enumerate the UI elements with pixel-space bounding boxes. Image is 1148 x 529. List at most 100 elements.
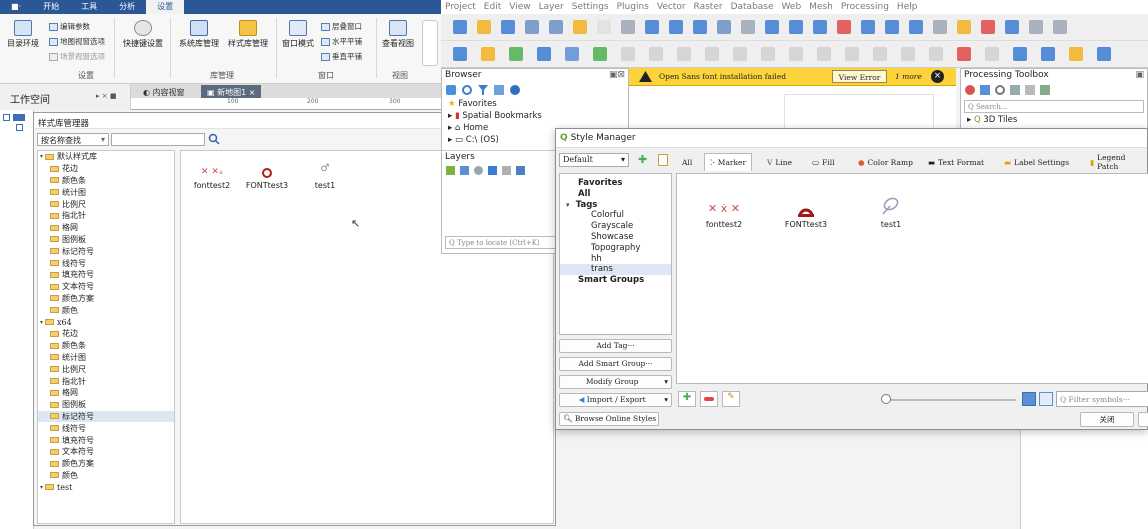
system-lib-button[interactable]: 系统库管理: [175, 20, 223, 49]
info-icon[interactable]: [510, 85, 520, 95]
tree-category-item[interactable]: 比例尺: [38, 363, 174, 375]
toolbar-tool-icon[interactable]: [649, 47, 663, 61]
symbol-item[interactable]: ♂ test1: [305, 163, 345, 190]
icon-size-slider[interactable]: [886, 399, 1016, 401]
filter-icon[interactable]: [478, 85, 488, 95]
toolbar-tool-icon[interactable]: [705, 47, 719, 61]
toolbar-tool-icon[interactable]: [901, 47, 915, 61]
tree-category-item[interactable]: 文本符号: [38, 446, 174, 458]
group-item[interactable]: Favorites: [560, 178, 671, 189]
add-tag-button[interactable]: Add Tag···: [559, 339, 672, 353]
toolbar-tool-icon[interactable]: [597, 20, 611, 34]
expand-all-icon[interactable]: [516, 165, 525, 175]
refresh-icon[interactable]: [462, 85, 472, 95]
toolbar-tool-icon[interactable]: [909, 20, 923, 34]
dir-env-button[interactable]: 目录环境: [6, 20, 40, 49]
toolbar-tool-icon[interactable]: [453, 20, 467, 34]
close-warning-icon[interactable]: ×: [931, 70, 944, 83]
add-smart-group-button[interactable]: Add Smart Group···: [559, 357, 672, 371]
add-library-icon[interactable]: ✚: [638, 154, 650, 166]
tree-category-item[interactable]: 统计图: [38, 352, 174, 364]
options-icon[interactable]: [1040, 85, 1050, 95]
expand-toggle-icon[interactable]: ▾: [40, 153, 43, 160]
results-icon[interactable]: [1010, 85, 1020, 95]
tab-color-ramp[interactable]: ● Color Ramp: [852, 153, 919, 171]
icon-view-button[interactable]: [1022, 392, 1036, 406]
group-item[interactable]: trans: [560, 264, 671, 276]
tree-category-item[interactable]: 颜色条: [38, 175, 174, 187]
toolbar-tool-icon[interactable]: [933, 20, 947, 34]
tree-category-item[interactable]: 线符号: [38, 257, 174, 269]
tree-category-item[interactable]: 填充符号: [38, 269, 174, 281]
toolbar-tool-icon[interactable]: [593, 47, 607, 61]
tree-category-item[interactable]: 标记符号: [38, 410, 174, 423]
group-item[interactable]: ▾ Tags: [560, 200, 671, 211]
symbol-item[interactable]: ✕ ✕ₓ fonttest2: [191, 167, 233, 190]
map-view-options-button[interactable]: 地图视窗选项: [49, 36, 105, 47]
toolbar-tool-icon[interactable]: [885, 20, 899, 34]
menu-vector[interactable]: Vector: [653, 2, 690, 12]
expand-toggle-icon[interactable]: ▾: [40, 484, 43, 491]
tab-legend-patch[interactable]: ▮ Legend Patch: [1084, 153, 1147, 171]
toolbar-tool-icon[interactable]: [669, 20, 683, 34]
tab-label-settings[interactable]: ▬ Label Settings: [998, 153, 1075, 171]
filter-layer-icon[interactable]: [488, 165, 497, 175]
menu-edit[interactable]: Edit: [480, 2, 505, 12]
style-layer-icon[interactable]: [446, 165, 455, 175]
search-icon[interactable]: [208, 133, 220, 145]
toolbar-tool-icon[interactable]: [1041, 47, 1055, 61]
window-mode-button[interactable]: 窗口模式: [280, 20, 316, 49]
symbol-item[interactable]: FONTtest3: [245, 167, 289, 190]
view-error-button[interactable]: View Error: [832, 70, 887, 83]
edit-params-button[interactable]: 编辑参数: [49, 21, 90, 32]
tree-category-item[interactable]: 填充符号: [38, 434, 174, 446]
tab-fill[interactable]: ▭ Fill: [806, 153, 841, 171]
group-item[interactable]: Grayscale: [560, 221, 671, 232]
processing-search-input[interactable]: Q Search...: [964, 100, 1144, 113]
tab-all[interactable]: All: [676, 153, 698, 171]
menu-help[interactable]: Help: [893, 2, 922, 12]
tree-library-node[interactable]: ▾ x64: [38, 316, 174, 328]
browser-item-bookmarks[interactable]: ▸ ▮ Spatial Bookmarks: [448, 110, 628, 122]
add-symbol-button[interactable]: ✚: [678, 391, 696, 407]
toolbar-tool-icon[interactable]: [1053, 20, 1067, 34]
tree-category-item[interactable]: 颜色条: [38, 340, 174, 352]
toolbar-tool-icon[interactable]: [817, 47, 831, 61]
toolbar-tool-icon[interactable]: [929, 47, 943, 61]
toolbar-tool-icon[interactable]: [1029, 20, 1043, 34]
toolbar-tool-icon[interactable]: [741, 20, 755, 34]
tree-category-item[interactable]: 格网: [38, 387, 174, 399]
toolbar-tool-icon[interactable]: [765, 20, 779, 34]
toolbar-tool-icon[interactable]: [957, 47, 971, 61]
toolbar-tool-icon[interactable]: [477, 20, 491, 34]
toolbar-tool-icon[interactable]: [861, 20, 875, 34]
visibility-icon[interactable]: [474, 165, 483, 175]
menu-database[interactable]: Database: [727, 2, 778, 12]
toolbar-tool-icon[interactable]: [789, 20, 803, 34]
toolbar-tool-icon[interactable]: [733, 47, 747, 61]
toolbar-tool-icon[interactable]: [1013, 47, 1027, 61]
checkbox-icon[interactable]: [3, 114, 10, 121]
group-item[interactable]: Showcase: [560, 232, 671, 243]
expand-toggle-icon[interactable]: ▾: [566, 201, 572, 209]
collapse-icon[interactable]: [494, 85, 504, 95]
tree-category-item[interactable]: 指北针: [38, 210, 174, 222]
tree-category-item[interactable]: 颜色: [38, 470, 174, 482]
menu-web[interactable]: Web: [778, 2, 806, 12]
tree-category-item[interactable]: 格网: [38, 222, 174, 234]
library-select[interactable]: Default ▾: [559, 153, 629, 167]
toolbar-tool-icon[interactable]: [761, 47, 775, 61]
import-export-button[interactable]: ◀ Import / Export ▾: [559, 393, 672, 407]
slider-handle[interactable]: [881, 394, 891, 404]
expand-toggle-icon[interactable]: ▾: [40, 319, 43, 326]
edit-features-icon[interactable]: [1025, 85, 1035, 95]
tree-category-item[interactable]: 线符号: [38, 422, 174, 434]
toolbar-tool-icon[interactable]: [501, 20, 515, 34]
add-group-icon[interactable]: [460, 165, 469, 175]
symbol-item[interactable]: test1: [871, 194, 911, 229]
symbol-item[interactable]: FONTtest3: [781, 202, 831, 229]
modify-group-button[interactable]: Modify Group ▾: [559, 375, 672, 389]
toolbar-tool-icon[interactable]: [645, 20, 659, 34]
tab-content-view[interactable]: ◐ 内容视窗: [137, 85, 191, 98]
view-views-button[interactable]: 查看视图: [381, 20, 415, 49]
